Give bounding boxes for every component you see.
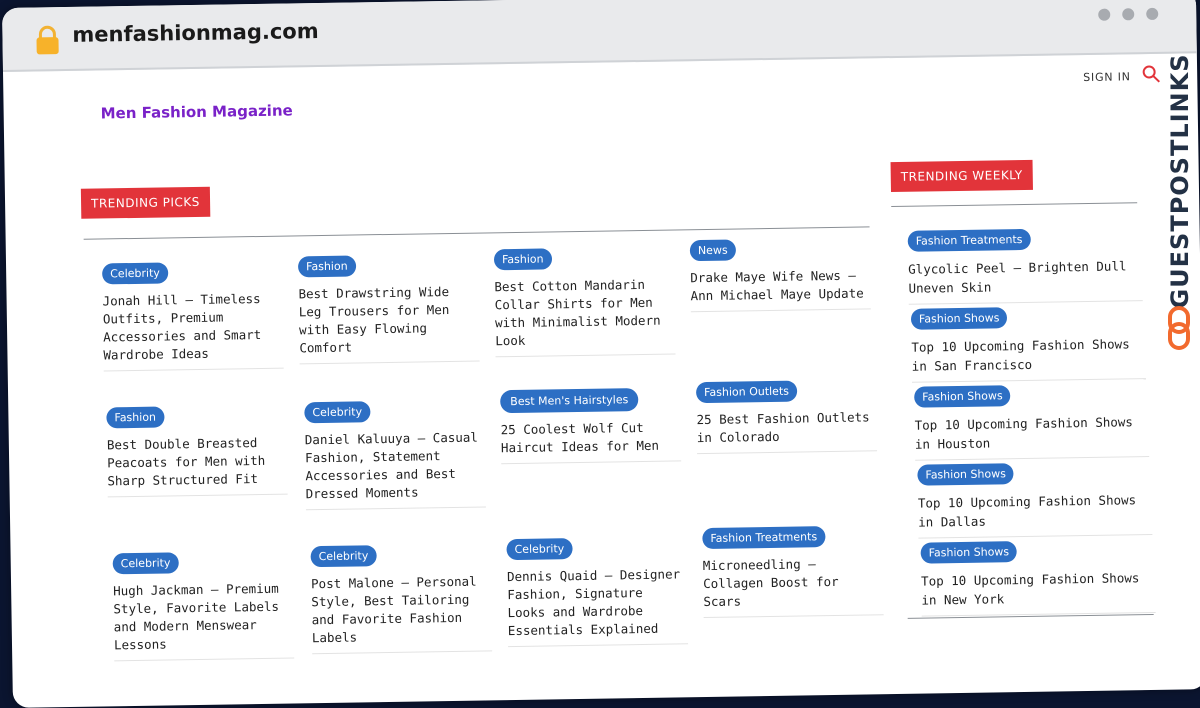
trending-picks-label: TRENDING PICKS — [80, 186, 211, 219]
article-title[interactable]: Best Double Breasted Peacoats for Men wi… — [107, 434, 288, 497]
window-dot[interactable] — [1146, 7, 1159, 21]
weekly-article-card[interactable]: Fashion Treatments Glycolic Peel – Brigh… — [907, 226, 1143, 305]
article-title[interactable]: Microneedling – Collagen Boost for Scars — [703, 554, 884, 617]
window-dot[interactable] — [1098, 8, 1111, 21]
watermark-text: GUESTPOSTLINKS — [1166, 53, 1194, 309]
article-card[interactable]: Fashion Best Double Breasted Peacoats fo… — [106, 403, 288, 498]
category-tag[interactable]: Celebrity — [310, 545, 377, 568]
article-title[interactable]: Best Cotton Mandarin Collar Shirts for M… — [494, 275, 675, 356]
weekly-article-card[interactable]: Fashion Shows Top 10 Upcoming Fashion Sh… — [910, 304, 1146, 383]
category-tag[interactable]: Celebrity — [304, 401, 371, 424]
article-title[interactable]: Top 10 Upcoming Fashion Shows in Houston — [915, 412, 1150, 460]
article-card[interactable]: Best Men's Hairstyles 25 Coolest Wolf Cu… — [500, 387, 682, 465]
article-title[interactable]: Top 10 Upcoming Fashion Shows in San Fra… — [911, 334, 1146, 382]
category-tag[interactable]: Fashion — [297, 255, 356, 278]
weekly-article-card[interactable]: Fashion Shows Top 10 Upcoming Fashion Sh… — [917, 460, 1153, 539]
category-tag[interactable]: Fashion — [493, 248, 552, 271]
guestpostlinks-watermark: GUESTPOSTLINKS — [1162, 53, 1196, 358]
url-text[interactable]: menfashionmag.com — [72, 19, 319, 47]
trending-weekly-label: TRENDING WEEKLY — [890, 159, 1033, 193]
category-tag[interactable]: Fashion — [106, 406, 165, 429]
article-card[interactable]: Celebrity Daniel Kaluuya – Casual Fashio… — [304, 398, 486, 511]
article-title[interactable]: 25 Coolest Wolf Cut Haircut Ideas for Me… — [501, 418, 682, 463]
article-title[interactable]: Top 10 Upcoming Fashion Shows in Dallas — [918, 490, 1153, 538]
article-title[interactable]: Best Drawstring Wide Leg Trousers for Me… — [298, 283, 479, 364]
article-title[interactable]: 25 Best Fashion Outlets in Colorado — [696, 408, 877, 453]
weekly-article-card[interactable]: Fashion Shows Top 10 Upcoming Fashion Sh… — [920, 537, 1156, 617]
article-title[interactable]: Drake Maye Wife News – Ann Michael Maye … — [690, 266, 871, 311]
category-tag[interactable]: Fashion Shows — [920, 541, 1018, 564]
section-divider — [891, 202, 1138, 208]
page-content: SIGN IN Men Fashion Magazine TRENDING PI… — [3, 51, 1200, 708]
article-title[interactable]: Jonah Hill – Timeless Outfits, Premium A… — [102, 290, 283, 371]
article-card[interactable]: Fashion Outlets 25 Best Fashion Outlets … — [695, 378, 878, 455]
article-title[interactable]: Post Malone – Personal Style, Best Tailo… — [311, 572, 492, 653]
article-title[interactable]: Glycolic Peel – Brighten Dull Uneven Ski… — [908, 256, 1143, 304]
search-icon[interactable] — [1141, 64, 1161, 84]
category-tag[interactable]: Fashion Treatments — [702, 526, 826, 550]
article-card[interactable]: Fashion Treatments Microneedling – Colla… — [702, 524, 884, 619]
sign-in-link[interactable]: SIGN IN — [1083, 70, 1131, 84]
category-tag[interactable]: Celebrity — [102, 262, 169, 285]
category-tag[interactable]: Fashion Treatments — [907, 228, 1031, 252]
article-title[interactable]: Dennis Quaid – Designer Fashion, Signatu… — [507, 565, 688, 646]
category-tag[interactable]: Celebrity — [506, 538, 573, 561]
category-tag[interactable]: News — [689, 239, 736, 262]
category-tag[interactable]: Fashion Outlets — [695, 380, 798, 404]
article-card[interactable]: Fashion Best Cotton Mandarin Collar Shir… — [493, 245, 676, 358]
article-card[interactable]: Celebrity Jonah Hill – Timeless Outfits,… — [102, 259, 284, 372]
weekly-article-card[interactable]: Fashion Shows Top 10 Upcoming Fashion Sh… — [914, 382, 1150, 461]
article-title[interactable]: Top 10 Upcoming Fashion Shows in New Yor… — [921, 568, 1156, 616]
article-card[interactable]: Celebrity Post Malone – Personal Style, … — [310, 542, 493, 655]
site-brand[interactable]: Men Fashion Magazine — [101, 101, 293, 122]
lock-icon — [36, 25, 59, 55]
category-tag[interactable]: Celebrity — [112, 552, 179, 575]
article-card[interactable]: Celebrity Hugh Jackman – Premium Style, … — [112, 549, 295, 662]
article-title[interactable]: Hugh Jackman – Premium Style, Favorite L… — [113, 579, 294, 660]
browser-window: menfashionmag.com SIGN IN Men Fashion Ma… — [2, 0, 1200, 708]
article-title[interactable]: Daniel Kaluuya – Casual Fashion, Stateme… — [305, 428, 486, 509]
category-tag[interactable]: Best Men's Hairstyles — [500, 388, 639, 414]
window-dot[interactable] — [1122, 8, 1135, 21]
chain-link-icon — [1168, 306, 1190, 350]
article-card[interactable]: News Drake Maye Wife News – Ann Michael … — [689, 236, 871, 313]
window-controls — [1098, 7, 1159, 21]
article-card[interactable]: Fashion Best Drawstring Wide Leg Trouser… — [297, 252, 480, 365]
article-card[interactable]: Celebrity Dennis Quaid – Designer Fashio… — [506, 535, 689, 648]
category-tag[interactable]: Fashion Shows — [914, 385, 1011, 408]
category-tag[interactable]: Fashion Shows — [917, 463, 1015, 486]
category-tag[interactable]: Fashion Shows — [910, 307, 1008, 330]
